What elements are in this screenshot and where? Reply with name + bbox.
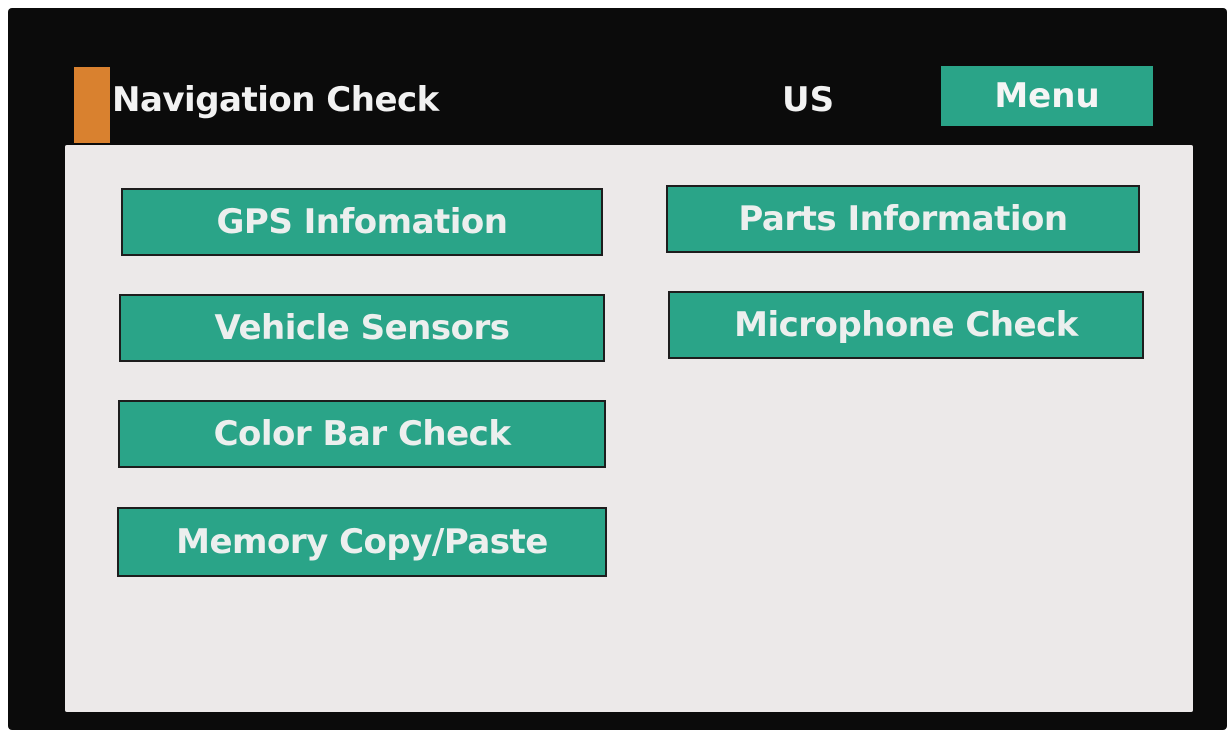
vehicle-sensors-button[interactable]: Vehicle Sensors [119,294,605,362]
page-title: Navigation Check [112,80,439,120]
title-accent-bar [74,67,110,143]
memory-copy-paste-button[interactable]: Memory Copy/Paste [117,507,607,577]
parts-information-button[interactable]: Parts Information [666,185,1140,253]
menu-button[interactable]: Menu [941,66,1153,126]
color-bar-check-button[interactable]: Color Bar Check [118,400,606,468]
region-label: US [782,80,835,120]
content-panel: GPS Infomation Vehicle Sensors Color Bar… [65,145,1193,712]
gps-information-button[interactable]: GPS Infomation [121,188,603,256]
microphone-check-button[interactable]: Microphone Check [668,291,1144,359]
